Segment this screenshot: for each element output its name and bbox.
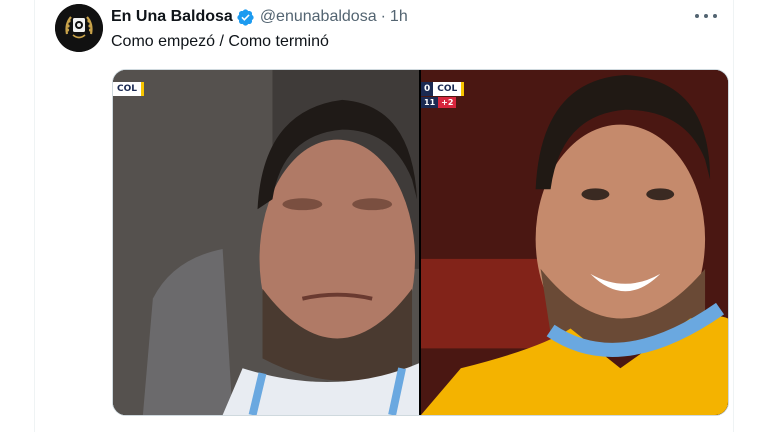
user-handle[interactable]: @enunabaldosa: [260, 8, 377, 26]
scoreboard-left: COL: [113, 82, 144, 96]
display-name[interactable]: En Una Baldosa: [111, 8, 233, 26]
tweet-card[interactable]: En Una Baldosa @enunabaldosa · 1h Como e…: [34, 0, 734, 432]
scoreboard-team: COL: [113, 82, 141, 96]
scoreboard-minute: 11: [421, 97, 439, 108]
timestamp[interactable]: 1h: [390, 8, 408, 26]
scoreboard-clock: 11 +2: [421, 97, 457, 108]
soccer-ball-wreath-logo-icon: [55, 4, 103, 52]
scoreboard-team: COL: [433, 82, 462, 96]
separator-dot: ·: [380, 8, 386, 25]
scoreboard-added-time: +2: [438, 97, 457, 108]
more-horizontal-icon[interactable]: [695, 6, 717, 26]
crying-player-image: [113, 70, 419, 415]
smiling-player-image: [421, 70, 728, 415]
scoreboard-right: 0 COL: [421, 82, 465, 96]
tweet-media[interactable]: COL 0 COL 11 +2: [112, 69, 729, 416]
media-image-left[interactable]: COL: [113, 70, 419, 415]
scoreboard-score: 0: [421, 82, 434, 96]
media-image-right[interactable]: 0 COL 11 +2: [421, 70, 728, 415]
scoreboard-accent: [141, 82, 144, 96]
tweet-text: Como empezó / Como terminó: [111, 33, 329, 50]
avatar[interactable]: [55, 4, 103, 52]
verified-badge-icon[interactable]: [236, 8, 255, 27]
scoreboard-accent: [461, 82, 465, 96]
tweet-header: En Una Baldosa @enunabaldosa · 1h: [111, 6, 408, 28]
